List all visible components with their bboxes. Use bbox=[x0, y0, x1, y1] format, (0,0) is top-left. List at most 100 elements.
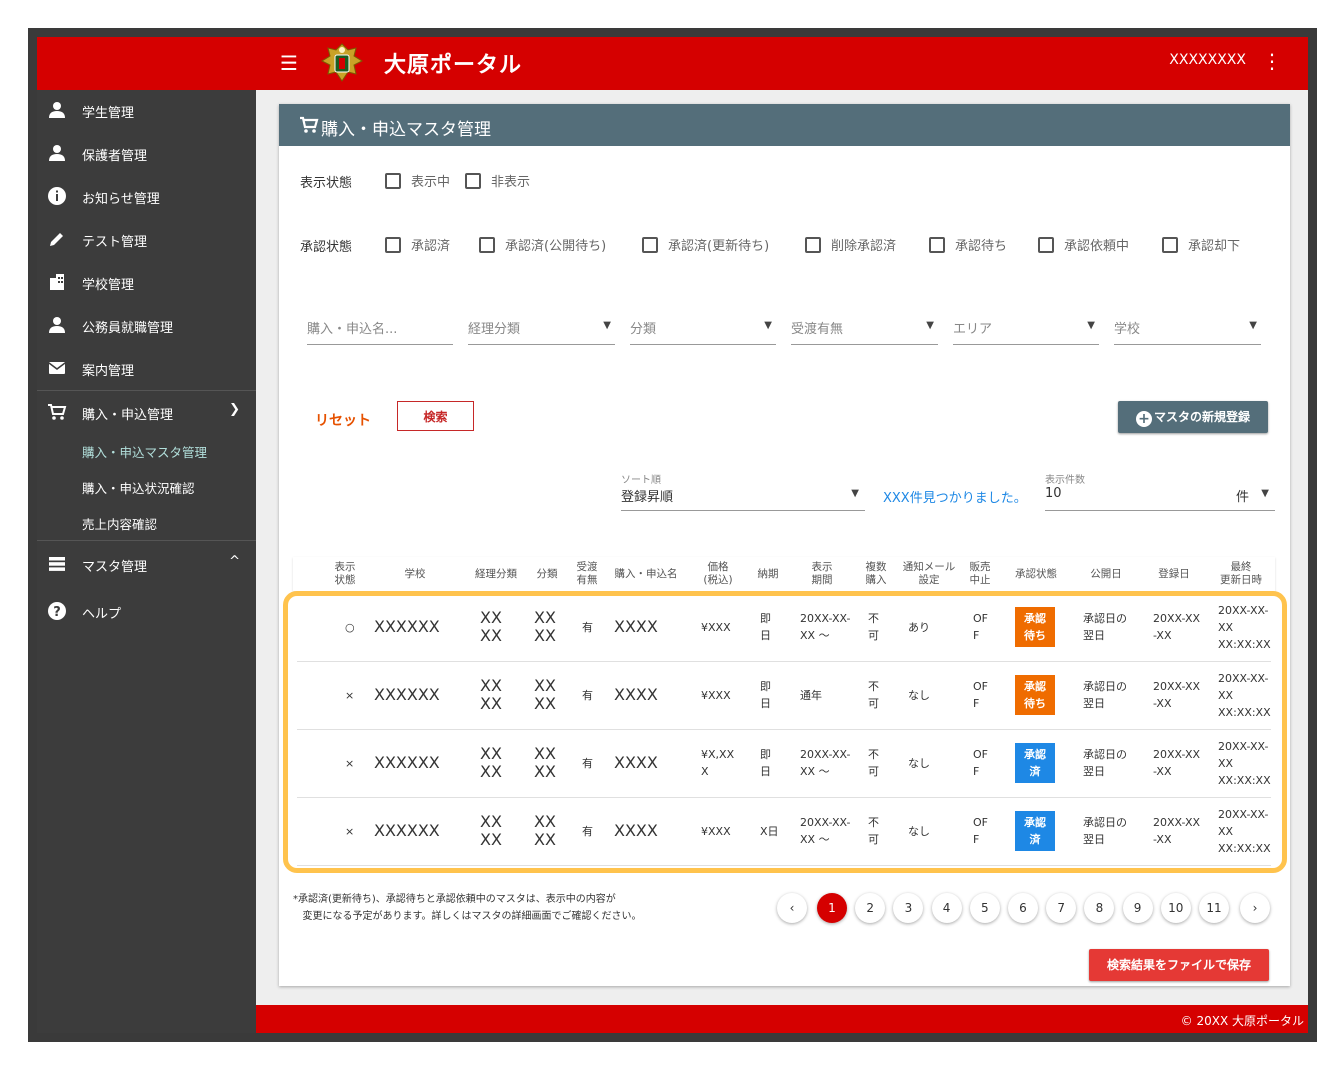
page-button-5[interactable]: 5 bbox=[969, 893, 1000, 923]
sidebar-item-label: 案内管理 bbox=[82, 364, 135, 379]
checkbox-box bbox=[385, 237, 401, 253]
pencil-icon bbox=[50, 233, 63, 246]
checkbox-box bbox=[385, 173, 401, 189]
checkbox-box bbox=[465, 173, 481, 189]
sidebar-item-master-management[interactable]: マスタ管理 ^ bbox=[37, 544, 256, 584]
dropdown-arrow-icon: ▼ bbox=[1261, 488, 1269, 499]
chevron-down-icon[interactable]: ❯ bbox=[229, 402, 240, 417]
save-results-button[interactable]: 検索結果をファイルで保存 bbox=[1089, 949, 1269, 981]
page-button-1[interactable]: 1 bbox=[817, 893, 847, 923]
checkbox-box bbox=[805, 237, 821, 253]
sidebar-item-label: テスト管理 bbox=[82, 235, 148, 250]
sidebar-subitem-sales[interactable]: 売上内容確認 bbox=[82, 514, 157, 533]
checkbox-box bbox=[1162, 237, 1178, 253]
school-select[interactable]: 学校 ▼ bbox=[1114, 318, 1261, 345]
checkbox-display-hidden[interactable]: 非表示 bbox=[465, 171, 530, 190]
sidebar-item-purchases[interactable]: 購入・申込管理 ❯ bbox=[37, 392, 256, 432]
person-icon bbox=[49, 317, 65, 333]
page-button-3[interactable]: 3 bbox=[893, 893, 924, 923]
copyright: © 20XX 大原ポータル bbox=[1180, 1014, 1304, 1028]
sidebar-item-label: 学校管理 bbox=[82, 278, 135, 293]
info-icon bbox=[48, 187, 66, 205]
approval-state-label: 承認状態 bbox=[300, 240, 353, 255]
header-name: 購入・申込名 bbox=[614, 568, 678, 580]
page-button-6[interactable]: 6 bbox=[1008, 893, 1038, 923]
help-icon: ? bbox=[48, 602, 66, 620]
hamburger-menu-icon[interactable]: ☰ bbox=[280, 51, 302, 75]
accounting-select[interactable]: 経理分類 ▼ bbox=[468, 318, 615, 345]
checkbox-box bbox=[642, 237, 658, 253]
header-updated: 最終 更新日時 bbox=[1220, 561, 1262, 586]
sidebar-subitem-status[interactable]: 購入・申込状況確認 bbox=[82, 478, 195, 497]
result-count: XXX件見つかりました。 bbox=[883, 491, 1027, 506]
table-header: 表示 状態 学校 経理分類 分類 受渡 有無 購入・申込名 価格 (税込) 納期 表示… bbox=[293, 557, 1275, 591]
reset-button[interactable]: リセット bbox=[315, 410, 371, 430]
checkbox-approved[interactable]: 承認済 bbox=[385, 235, 450, 254]
checkbox-delete-approved[interactable]: 削除承認済 bbox=[805, 235, 896, 254]
header-category: 分類 bbox=[536, 568, 558, 580]
sidebar-item-civil-service[interactable]: 公務員就職管理 bbox=[37, 305, 256, 345]
sidebar-item-label: 購入・申込管理 bbox=[82, 408, 174, 423]
checkbox-box bbox=[929, 237, 945, 253]
header-publish: 公開日 bbox=[1090, 568, 1122, 580]
sidebar-item-tests[interactable]: テスト管理 bbox=[37, 219, 256, 259]
crest-logo-icon bbox=[320, 43, 364, 82]
search-button[interactable]: 検索 bbox=[397, 401, 474, 431]
checkbox-approval-rejected[interactable]: 承認却下 bbox=[1162, 235, 1240, 254]
sidebar-subitem-master[interactable]: 購入・申込マスタ管理 bbox=[82, 442, 207, 461]
sort-select[interactable]: 登録昇順 ▼ bbox=[621, 486, 865, 511]
building-icon bbox=[50, 274, 64, 290]
prev-page-icon[interactable]: ‹ bbox=[777, 893, 807, 923]
sidebar-item-label: 公務員就職管理 bbox=[82, 321, 174, 336]
page-button-2[interactable]: 2 bbox=[855, 893, 886, 923]
page-button-9[interactable]: 9 bbox=[1122, 893, 1153, 923]
sidebar-item-label: マスタ管理 bbox=[82, 560, 148, 575]
sidebar-item-guides[interactable]: 案内管理 bbox=[37, 348, 256, 388]
mail-icon bbox=[48, 362, 66, 374]
checkbox-approval-requested[interactable]: 承認依頼中 bbox=[1038, 235, 1129, 254]
sidebar-item-schools[interactable]: 学校管理 bbox=[37, 262, 256, 302]
dropdown-arrow-icon: ▼ bbox=[851, 488, 859, 499]
checkbox-display-visible[interactable]: 表示中 bbox=[385, 171, 450, 190]
sidebar: 学生管理 保護者管理 お知らせ管理 テスト管理 学校管理 公務員就職管理 案内管… bbox=[37, 90, 256, 1033]
person-icon bbox=[49, 145, 65, 161]
chevron-up-icon[interactable]: ^ bbox=[229, 554, 240, 569]
checkbox-approved-pending-publish[interactable]: 承認済(公開待ち) bbox=[479, 235, 606, 254]
per-page-select[interactable]: 10 件 ▼ bbox=[1045, 486, 1275, 511]
more-vert-icon[interactable]: ⋮ bbox=[1262, 47, 1282, 77]
svg-text:?: ? bbox=[53, 605, 61, 620]
page-button-7[interactable]: 7 bbox=[1046, 893, 1077, 923]
per-page-label: 表示件数 bbox=[1045, 475, 1085, 486]
delivery-select[interactable]: 受渡有無 ▼ bbox=[791, 318, 938, 345]
card-header: 購入・申込マスタ管理 bbox=[279, 104, 1290, 146]
header-school: 学校 bbox=[404, 568, 426, 580]
next-page-icon[interactable]: › bbox=[1240, 893, 1270, 923]
sidebar-item-help[interactable]: ? ヘルプ bbox=[37, 591, 256, 631]
dropdown-arrow-icon: ▼ bbox=[1087, 320, 1095, 331]
sidebar-item-guardians[interactable]: 保護者管理 bbox=[37, 133, 256, 173]
sidebar-divider bbox=[37, 390, 256, 391]
page-button-8[interactable]: 8 bbox=[1084, 893, 1115, 923]
category-select[interactable]: 分類 ▼ bbox=[630, 318, 776, 345]
area-select[interactable]: エリア ▼ bbox=[953, 318, 1099, 345]
person-icon bbox=[49, 102, 65, 118]
sidebar-item-label: お知らせ管理 bbox=[82, 192, 160, 207]
page-button-11[interactable]: 11 bbox=[1199, 893, 1229, 923]
checkbox-approved-pending-update[interactable]: 承認済(更新待ち) bbox=[642, 235, 769, 254]
page-button-10[interactable]: 10 bbox=[1160, 893, 1191, 923]
sidebar-item-label: 学生管理 bbox=[82, 106, 135, 121]
header-approval: 承認状態 bbox=[1015, 568, 1057, 580]
header-period: 表示 期間 bbox=[811, 561, 833, 586]
user-name[interactable]: XXXXXXXX bbox=[1169, 52, 1246, 68]
header-delivery-date: 納期 bbox=[757, 568, 779, 580]
checkbox-awaiting-approval[interactable]: 承認待ち bbox=[929, 235, 1007, 254]
sidebar-item-notices[interactable]: お知らせ管理 bbox=[37, 176, 256, 216]
sidebar-item-students[interactable]: 学生管理 bbox=[37, 90, 256, 130]
header-registered: 登録日 bbox=[1158, 568, 1190, 580]
note-text: *承認済(更新待ち)、承認待ちと承認依頼中のマスタは、表示中の内容が 変更になる… bbox=[293, 894, 642, 922]
page-button-4[interactable]: 4 bbox=[931, 893, 962, 923]
name-search-input[interactable]: 購入・申込名... bbox=[307, 318, 453, 345]
header-accounting: 経理分類 bbox=[475, 568, 517, 580]
dropdown-arrow-icon: ▼ bbox=[764, 320, 772, 331]
new-master-button[interactable]: + マスタの新規登録 bbox=[1118, 401, 1268, 433]
